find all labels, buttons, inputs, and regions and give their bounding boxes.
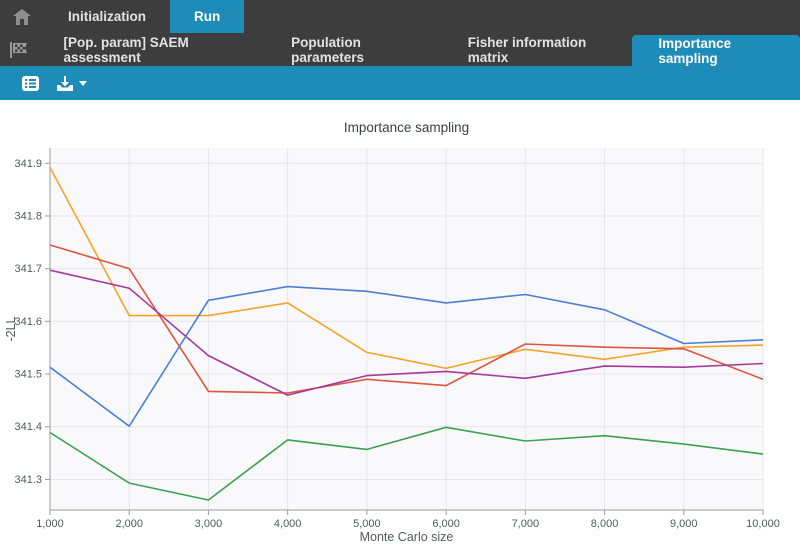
main-tab-bar: Initialization Run [0,0,800,33]
home-button[interactable] [0,0,44,33]
y-tick-label: 341.4 [14,421,42,433]
x-tick-label: 2,000 [115,518,143,530]
x-axis-label: Monte Carlo size [360,530,454,544]
x-tick-label: 5,000 [353,518,381,530]
y-tick-label: 341.9 [14,158,42,170]
importance-sampling-chart: 341.3 341.4 341.5 341.6 341.7 341.8 341.9 1,000… [0,100,800,551]
chart-toolbar [0,66,800,100]
download-icon [57,76,73,91]
x-tick-label: 1,000 [36,518,64,530]
x-tick-label: 8,000 [591,518,619,530]
x-tick-label: 7,000 [512,518,540,530]
x-tick-label: 4,000 [274,518,302,530]
x-tick-label: 10,000 [746,518,780,530]
x-tick-label: 9,000 [670,518,698,530]
results-table-button[interactable] [18,72,43,95]
tab-run[interactable]: Run [170,0,244,33]
top-navigation: Initialization Run [Pop. param] SAEM ass… [0,0,800,66]
caret-down-icon [79,81,87,86]
x-tick-label: 6,000 [432,518,460,530]
y-axis-label: -2LL [4,316,18,341]
y-tick-label: 341.6 [14,316,42,328]
y-tick-label: 341.7 [14,263,42,275]
results-table-icon [22,76,39,91]
x-tick-label: 3,000 [195,518,223,530]
y-tick-label: 341.5 [14,369,42,381]
tab-saem-assessment[interactable]: [Pop. param] SAEM assessment [37,33,265,66]
tab-population-parameters[interactable]: Population parameters [265,33,442,66]
tab-fisher-information-matrix[interactable]: Fisher information matrix [442,33,633,66]
chart-title: Importance sampling [344,120,469,135]
y-tick-label: 341.8 [14,210,42,222]
home-icon [13,9,31,25]
y-tick-label: 341.3 [14,474,42,486]
tab-importance-sampling[interactable]: Importance sampling [632,35,800,66]
plot-background [50,148,763,510]
chart-canvas: 341.3 341.4 341.5 341.6 341.7 341.8 341.9 1,000… [0,100,800,551]
download-button[interactable] [53,72,91,95]
tab-initialization[interactable]: Initialization [44,0,170,33]
sub-tab-bar: [Pop. param] SAEM assessment Population … [0,33,800,66]
checkered-flag-icon [0,33,37,66]
